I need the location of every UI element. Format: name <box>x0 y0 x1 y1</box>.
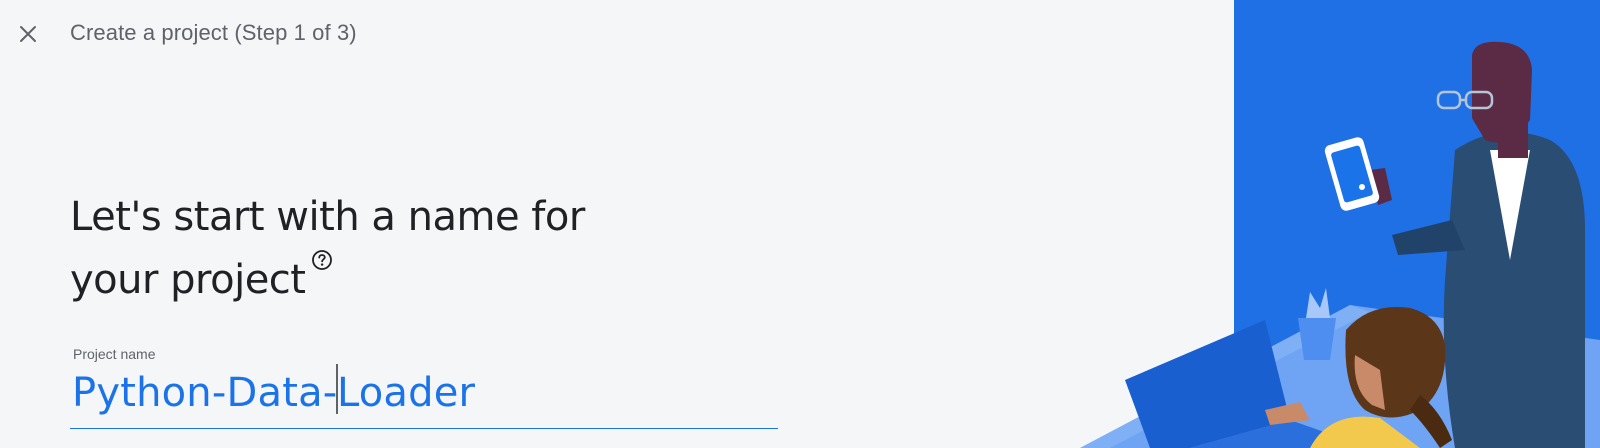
close-icon <box>20 26 36 42</box>
project-name-value-after-caret: Loader <box>336 370 476 416</box>
people-with-phone-and-laptop-illustration <box>1080 0 1600 448</box>
project-name-label: Project name <box>73 346 156 362</box>
close-button[interactable] <box>12 18 44 50</box>
help-circle-icon[interactable] <box>311 249 333 271</box>
page-heading: Let's start with a name for your project <box>70 186 770 312</box>
project-name-value-before-caret: Python-Data- <box>72 370 338 416</box>
heading-line-2: your project <box>70 249 770 312</box>
top-bar: Create a project (Step 1 of 3) <box>0 0 1234 68</box>
heading-line-2-text: your project <box>70 257 306 303</box>
step-title: Create a project (Step 1 of 3) <box>70 20 357 45</box>
create-project-page: Create a project (Step 1 of 3) Let's sta… <box>0 0 1600 448</box>
project-name-value[interactable]: Python-Data-Loader <box>72 364 475 416</box>
project-name-input[interactable]: Python-Data-Loader <box>70 362 778 429</box>
heading-line-1: Let's start with a name for <box>70 194 585 240</box>
